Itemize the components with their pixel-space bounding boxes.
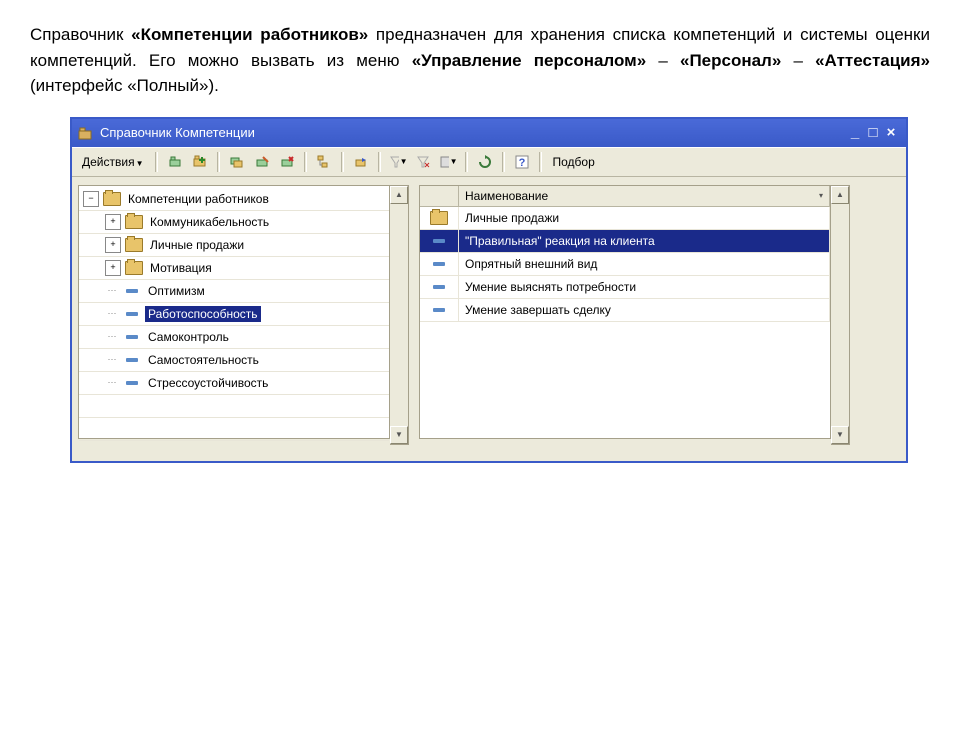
titlebar[interactable]: Справочник Компетенции _ □ ×: [72, 119, 906, 147]
tree-label: Личные продажи: [147, 237, 247, 253]
tree-item[interactable]: + Коммуникабельность: [79, 211, 389, 234]
edit-icon[interactable]: [252, 152, 272, 172]
tree-empty-row: [79, 418, 389, 441]
close-button[interactable]: ×: [882, 124, 900, 141]
scroll-down-icon[interactable]: ▼: [831, 426, 849, 444]
svg-text:?: ?: [518, 157, 525, 169]
move-icon[interactable]: [351, 152, 371, 172]
grid-header[interactable]: Наименование▾: [420, 186, 830, 207]
actions-menu[interactable]: Действия▼: [78, 155, 148, 169]
grid-header-icon-col[interactable]: [420, 186, 459, 206]
tree-label: Самоконтроль: [145, 329, 232, 345]
tree-branch-icon: ⋯: [105, 330, 119, 344]
grid-cell-name: Умение завершать сделку: [459, 299, 830, 321]
folder-icon: [103, 192, 121, 206]
collapse-icon[interactable]: −: [83, 191, 99, 207]
item-icon: [420, 299, 459, 321]
item-icon: [123, 330, 141, 344]
selection-button[interactable]: Подбор: [549, 155, 599, 169]
grid-cell-name: Умение выяснять потребности: [459, 276, 830, 298]
item-icon: [420, 230, 459, 252]
tree-branch-icon: ⋯: [105, 376, 119, 390]
scroll-up-icon[interactable]: ▲: [831, 186, 849, 204]
scroll-up-icon[interactable]: ▲: [390, 186, 408, 204]
add-item-icon[interactable]: [165, 152, 185, 172]
item-icon: [123, 376, 141, 390]
tree-branch-icon: ⋯: [105, 307, 119, 321]
grid-cell-name: Опрятный внешний вид: [459, 253, 830, 275]
tree-label: Самостоятельность: [145, 352, 262, 368]
grid-row[interactable]: "Правильная" реакция на клиента: [420, 230, 830, 253]
app-window: Справочник Компетенции _ □ × Действия▼ ▼…: [70, 117, 908, 463]
tree-label: Работоспособность: [145, 306, 261, 322]
tree-branch-icon: ⋯: [105, 353, 119, 367]
expand-icon[interactable]: +: [105, 214, 121, 230]
expand-icon[interactable]: +: [105, 237, 121, 253]
tree-item[interactable]: ⋯ Работоспособность: [79, 303, 389, 326]
tree-branch-icon: ⋯: [105, 284, 119, 298]
filter-icon[interactable]: ▼: [388, 152, 408, 172]
folder-icon: [125, 238, 143, 252]
folder-icon: [125, 261, 143, 275]
toolbar: Действия▼ ▼ ▼ ? Подбор: [72, 147, 906, 177]
tree-panel: −Компетенции работников+Коммуникабельнос…: [78, 185, 390, 439]
maximize-button[interactable]: □: [864, 124, 882, 141]
grid-cell-name: "Правильная" реакция на клиента: [459, 230, 830, 252]
tree-item[interactable]: ⋯ Оптимизм: [79, 280, 389, 303]
grid-panel: Наименование▾ Личные продажи"Правильная"…: [419, 185, 831, 439]
item-icon: [123, 307, 141, 321]
grid-cell-name: Личные продажи: [459, 207, 830, 229]
tree-label: Стрессоустойчивость: [145, 375, 271, 391]
refresh-icon[interactable]: [475, 152, 495, 172]
expand-icon[interactable]: +: [105, 260, 121, 276]
tree-empty-row: [79, 395, 389, 418]
filter-clear-icon[interactable]: [413, 152, 433, 172]
grid-row[interactable]: Личные продажи: [420, 207, 830, 230]
tree-root[interactable]: − Компетенции работников: [79, 188, 389, 211]
add-group-icon[interactable]: [190, 152, 210, 172]
delete-icon[interactable]: [277, 152, 297, 172]
app-icon: [78, 125, 94, 141]
tree-item[interactable]: + Личные продажи: [79, 234, 389, 257]
grid-row[interactable]: Опрятный внешний вид: [420, 253, 830, 276]
tree-scrollbar[interactable]: ▲ ▼: [390, 185, 409, 445]
tree-label: Компетенции работников: [125, 191, 272, 207]
item-icon: [420, 253, 459, 275]
window-title: Справочник Компетенции: [100, 125, 846, 140]
sort-icon[interactable]: ▼: [438, 152, 458, 172]
folder-icon: [125, 215, 143, 229]
copy-icon[interactable]: [227, 152, 247, 172]
tree-label: Коммуникабельность: [147, 214, 272, 230]
minimize-button[interactable]: _: [846, 124, 864, 141]
hierarchy-icon[interactable]: [314, 152, 334, 172]
grid-row[interactable]: Умение завершать сделку: [420, 299, 830, 322]
grid-row[interactable]: Умение выяснять потребности: [420, 276, 830, 299]
tree-label: Оптимизм: [145, 283, 208, 299]
grid-scrollbar[interactable]: ▲ ▼: [831, 185, 850, 445]
help-icon[interactable]: ?: [512, 152, 532, 172]
grid-header-name-col[interactable]: Наименование▾: [459, 186, 830, 206]
tree-item[interactable]: ⋯ Стрессоустойчивость: [79, 372, 389, 395]
item-icon: [420, 276, 459, 298]
tree-item[interactable]: ⋯ Самоконтроль: [79, 326, 389, 349]
tree-item[interactable]: + Мотивация: [79, 257, 389, 280]
tree-item[interactable]: ⋯ Самостоятельность: [79, 349, 389, 372]
item-icon: [123, 353, 141, 367]
folder-icon: [420, 207, 459, 229]
documentation-paragraph: Справочник «Компетенции работников» пред…: [30, 22, 930, 99]
tree-label: Мотивация: [147, 260, 215, 276]
scroll-down-icon[interactable]: ▼: [390, 426, 408, 444]
item-icon: [123, 284, 141, 298]
